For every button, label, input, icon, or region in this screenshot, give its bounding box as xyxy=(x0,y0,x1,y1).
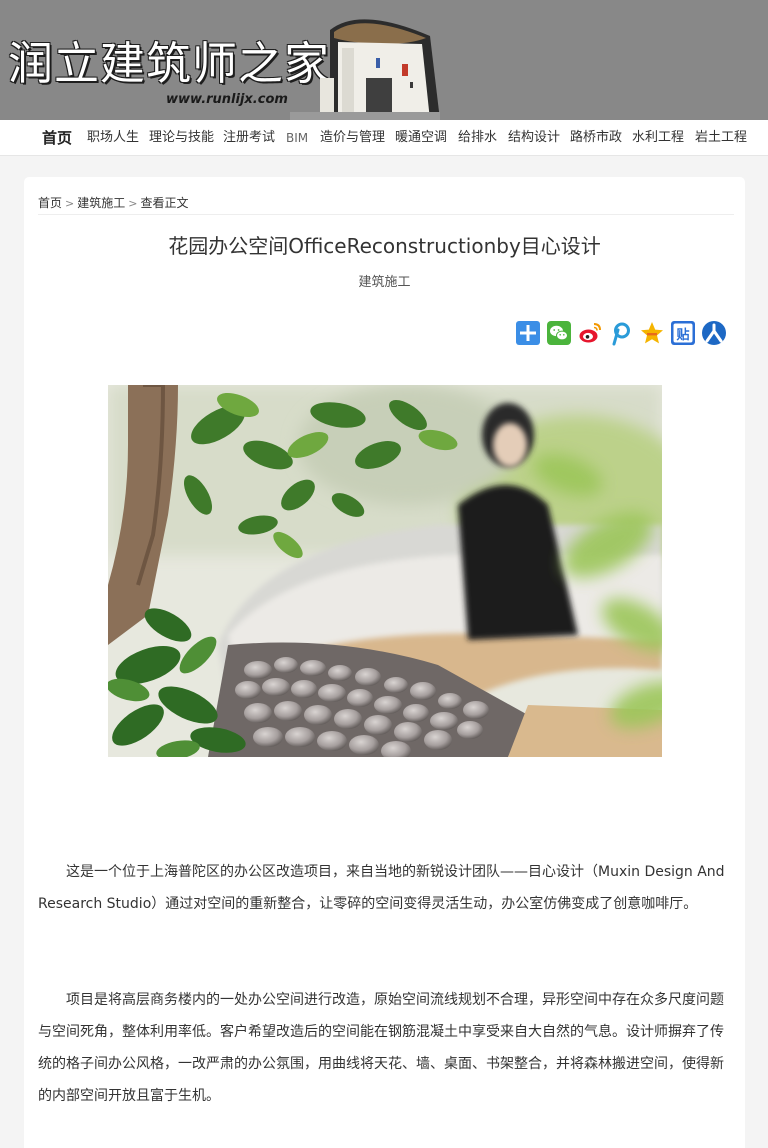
qzone-icon[interactable] xyxy=(639,320,665,346)
site-logo-title[interactable]: 润立建筑师之家 xyxy=(8,36,330,92)
nav-item-theory[interactable]: 理论与技能 xyxy=(149,120,214,156)
breadcrumb-section-link[interactable]: 建筑施工 xyxy=(77,196,125,210)
breadcrumb-home-link[interactable]: 首页 xyxy=(38,196,62,210)
nav-item-cost[interactable]: 造价与管理 xyxy=(320,120,385,156)
nav-item-hvac[interactable]: 暖通空调 xyxy=(395,120,447,156)
nav-item-hydraulic[interactable]: 水利工程 xyxy=(632,120,684,156)
nav-item-geotech[interactable]: 岩土工程 xyxy=(695,120,747,156)
breadcrumb-separator: > xyxy=(128,197,138,210)
breadcrumb-separator: > xyxy=(65,197,75,210)
breadcrumb: 首页 > 建筑施工 > 查看正文 xyxy=(38,194,188,211)
site-header: 润立建筑师之家 www.runlijx.com xyxy=(0,0,768,120)
breadcrumb-current: 查看正文 xyxy=(140,196,189,210)
breadcrumb-divider xyxy=(38,214,734,215)
nav-item-bim[interactable]: BIM xyxy=(286,120,308,156)
article-category[interactable]: 建筑施工 xyxy=(24,271,745,290)
wechat-icon[interactable] xyxy=(546,320,572,346)
nav-item-career[interactable]: 职场人生 xyxy=(87,120,139,156)
renren-icon[interactable] xyxy=(701,320,727,346)
nav-item-plumbing[interactable]: 给排水 xyxy=(458,120,497,156)
nav-item-roads[interactable]: 路桥市政 xyxy=(570,120,622,156)
article-photo xyxy=(108,385,662,757)
pinterest-icon[interactable] xyxy=(608,320,634,346)
svg-text:贴: 贴 xyxy=(676,327,689,343)
tieba-icon[interactable]: 贴 xyxy=(670,320,696,346)
main-nav: 首页 职场人生 理论与技能 注册考试 BIM 造价与管理 暖通空调 给排水 结构… xyxy=(0,120,768,156)
nav-item-structure[interactable]: 结构设计 xyxy=(508,120,560,156)
article-title: 花园办公空间OfficeReconstructionby目心设计 xyxy=(168,234,601,258)
nav-item-home[interactable]: 首页 xyxy=(42,120,72,156)
article-paragraph: 这是一个位于上海普陀区的办公区改造项目，来自当地的新锐设计团队——目心设计（Mu… xyxy=(38,864,725,912)
nav-item-exam[interactable]: 注册考试 xyxy=(223,120,275,156)
chapel-logo-image xyxy=(290,19,440,120)
share-more-icon[interactable] xyxy=(515,320,541,346)
article-paragraph: 项目是将高层商务楼内的一处办公空间进行改造，原始空间流线规划不合理，异形空间中存… xyxy=(38,992,724,1104)
weibo-icon[interactable] xyxy=(577,320,603,346)
site-logo-url[interactable]: www.runlijx.com xyxy=(166,92,288,107)
article-card: 首页 > 建筑施工 > 查看正文 花园办公空间OfficeReconstructionb… xyxy=(24,177,745,1148)
